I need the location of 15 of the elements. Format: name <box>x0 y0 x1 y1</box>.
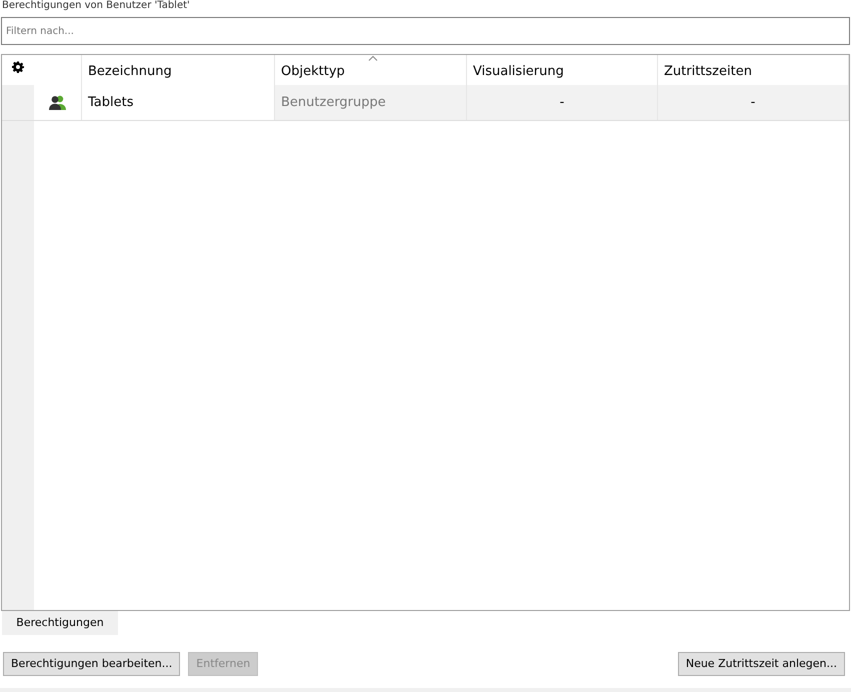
table-cell: Benutzergruppe <box>275 85 467 120</box>
column-header-label: Visualisierung <box>473 64 564 79</box>
table-cell: - <box>658 85 849 120</box>
column-header-label: Zutrittszeiten <box>664 64 752 79</box>
table-cell: - <box>467 85 658 120</box>
settings-icon[interactable] <box>12 61 24 73</box>
action-button[interactable]: Neue Zutrittszeit anlegen... <box>678 652 845 676</box>
user-group-icon <box>49 95 66 110</box>
tab[interactable]: Berechtigungen <box>2 611 118 635</box>
sort-ascending-icon <box>368 55 378 61</box>
column-header-label: Objekttyp <box>281 64 345 79</box>
window-title: Berechtigungen von Benutzer 'Tablet' <box>1 0 191 12</box>
column-header-label: Bezeichnung <box>88 64 172 79</box>
action-button[interactable]: Berechtigungen bearbeiten... <box>3 652 180 676</box>
filter-field[interactable]: Filtern nach... <box>1 17 850 45</box>
